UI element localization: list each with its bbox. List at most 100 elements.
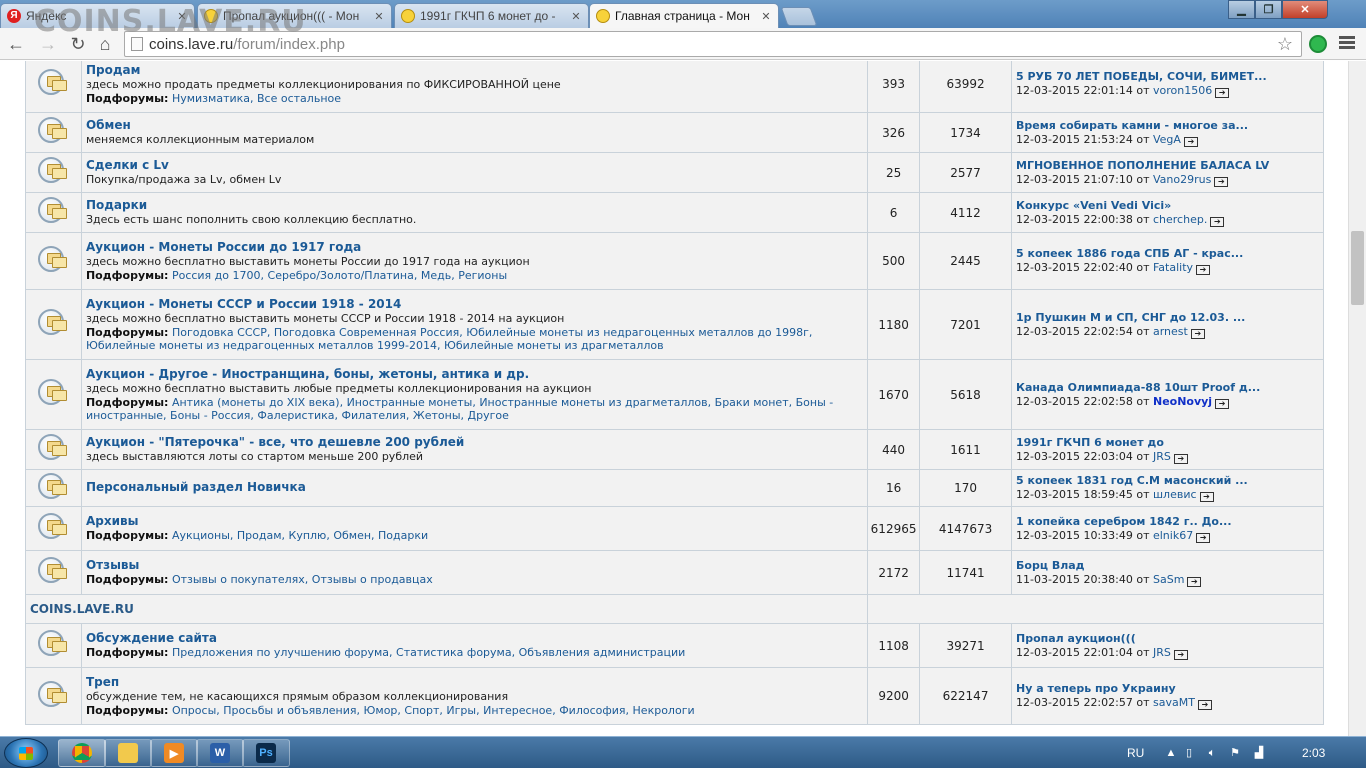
subforum-link[interactable]: Спорт	[404, 704, 439, 717]
last-post-user-link[interactable]: Fatality	[1153, 261, 1193, 274]
subforum-link[interactable]: Погодовка Современная Россия	[274, 326, 459, 339]
category-title[interactable]: COINS.LAVE.RU	[24, 594, 869, 624]
goto-last-post-icon[interactable]: ➔	[1183, 136, 1198, 147]
tab-gkchp[interactable]: 1991г ГКЧП 6 монет до - ✕	[394, 3, 589, 28]
subforum-link[interactable]: Россия до 1700	[172, 269, 261, 282]
subforum-link[interactable]: Иностранные монеты	[347, 396, 473, 409]
new-tab-button[interactable]	[780, 7, 818, 26]
close-icon[interactable]: ✕	[760, 10, 772, 23]
last-post-title-link[interactable]: 1р Пушкин М и СП, СНГ до 12.03. ...	[1016, 311, 1319, 325]
vertical-scrollbar[interactable]	[1348, 61, 1366, 736]
last-post-title-link[interactable]: Борц Влад	[1016, 559, 1319, 573]
last-post-user-link[interactable]: NeoNovyj	[1153, 395, 1212, 408]
last-post-user-link[interactable]: SaSm	[1153, 573, 1184, 586]
close-window-button[interactable]: ✕	[1282, 0, 1328, 19]
subforum-link[interactable]: Куплю	[289, 529, 327, 542]
forum-title-link[interactable]: Продам	[86, 63, 863, 78]
subforum-link[interactable]: Жетоны	[413, 409, 461, 422]
subforum-link[interactable]: Обмен	[333, 529, 371, 542]
last-post-title-link[interactable]: Конкурс «Veni Vedi Vici»	[1016, 199, 1319, 213]
taskbar-word[interactable]: W	[196, 739, 244, 767]
subforum-link[interactable]: Все остальное	[257, 92, 341, 105]
last-post-user-link[interactable]: Vano29rus	[1153, 173, 1211, 186]
subforum-link[interactable]: Юбилейные монеты из драгметаллов	[444, 339, 664, 352]
forum-title-link[interactable]: Обсуждение сайта	[86, 631, 863, 646]
last-post-title-link[interactable]: 5 РУБ 70 ЛЕТ ПОБЕДЫ, СОЧИ, БИМЕТ...	[1016, 70, 1319, 84]
language-indicator[interactable]: RU	[1127, 737, 1144, 768]
subforum-link[interactable]: Боны - Россия	[170, 409, 250, 422]
taskbar-explorer[interactable]	[104, 739, 152, 767]
subforum-link[interactable]: Философия	[559, 704, 625, 717]
subforum-link[interactable]: Нумизматика	[172, 92, 250, 105]
last-post-title-link[interactable]: Пропал аукцион(((	[1016, 632, 1319, 646]
last-post-title-link[interactable]: Время собирать камни - многое за...	[1016, 119, 1319, 133]
start-button[interactable]	[4, 738, 48, 768]
last-post-user-link[interactable]: JRS	[1153, 646, 1171, 659]
subforum-link[interactable]: Юбилейные монеты из недрагоценных металл…	[86, 339, 437, 352]
subforum-link[interactable]: Предложения по улучшению форума	[172, 646, 389, 659]
subforum-link[interactable]: Опросы	[172, 704, 216, 717]
goto-last-post-icon[interactable]: ➔	[1214, 176, 1229, 187]
goto-last-post-icon[interactable]: ➔	[1173, 649, 1188, 660]
goto-last-post-icon[interactable]: ➔	[1215, 88, 1230, 98]
forum-title-link[interactable]: Отзывы	[86, 558, 863, 573]
forum-title-link[interactable]: Треп	[86, 675, 863, 690]
forum-title-link[interactable]: Аукцион - Другое - Иностранщина, боны, ж…	[86, 367, 863, 382]
tab-main-page[interactable]: Главная страница - Мон ✕	[589, 3, 779, 28]
goto-last-post-icon[interactable]: ➔	[1210, 216, 1225, 227]
last-post-user-link[interactable]: VegA	[1153, 133, 1181, 146]
forum-title-link[interactable]: Сделки с Lv	[86, 158, 863, 173]
subforum-link[interactable]: Серебро/Золото/Платина	[268, 269, 414, 282]
forum-title-link[interactable]: Обмен	[86, 118, 863, 133]
minimize-button[interactable]: ▁	[1228, 0, 1255, 19]
subforum-link[interactable]: Другое	[468, 409, 509, 422]
forum-title-link[interactable]: Аукцион - Монеты России до 1917 года	[86, 240, 863, 255]
scrollbar-thumb[interactable]	[1351, 231, 1364, 305]
subforum-link[interactable]: Продам	[237, 529, 282, 542]
last-post-user-link[interactable]: arnest	[1153, 325, 1188, 338]
subforum-link[interactable]: Интересное	[483, 704, 552, 717]
subforum-link[interactable]: Объявления администрации	[519, 646, 686, 659]
tray-arrow-icon[interactable]: ▲	[1165, 747, 1177, 759]
last-post-title-link[interactable]: МГНОВЕННОЕ ПОПОЛНЕНИЕ БАЛАСА LV	[1016, 159, 1319, 173]
subforum-link[interactable]: Регионы	[458, 269, 507, 282]
forum-title-link[interactable]: Аукцион - Монеты СССР и России 1918 - 20…	[86, 297, 863, 312]
forum-title-link[interactable]: Архивы	[86, 514, 863, 529]
last-post-user-link[interactable]: шлевис	[1153, 488, 1197, 501]
subforum-link[interactable]: Юмор	[364, 704, 398, 717]
goto-last-post-icon[interactable]: ➔	[1196, 532, 1211, 543]
last-post-title-link[interactable]: 5 копеек 1831 год С.М масонский ...	[1016, 474, 1319, 488]
forum-title-link[interactable]: Персональный раздел Новичка	[86, 480, 863, 495]
network-icon[interactable]: ▟	[1253, 747, 1265, 759]
subforum-link[interactable]: Погодовка СССР	[172, 326, 267, 339]
forum-title-link[interactable]: Подарки	[86, 198, 863, 213]
subforum-link[interactable]: Антика (монеты до XIX века)	[172, 396, 340, 409]
maximize-button[interactable]: ❐	[1255, 0, 1282, 19]
subforum-link[interactable]: Статистика форума	[396, 646, 512, 659]
subforum-link[interactable]: Отзывы о покупателях	[172, 573, 305, 586]
goto-last-post-icon[interactable]: ➔	[1187, 576, 1202, 587]
tray-device-icon[interactable]: ▯	[1183, 747, 1195, 759]
subforum-link[interactable]: Филателия	[342, 409, 406, 422]
taskbar-chrome[interactable]	[58, 739, 106, 767]
clock[interactable]: 2:03	[1302, 737, 1325, 768]
last-post-title-link[interactable]: 1 копейка серебром 1842 г.. До...	[1016, 515, 1319, 529]
subforum-link[interactable]: Медь	[421, 269, 451, 282]
goto-last-post-icon[interactable]: ➔	[1173, 453, 1188, 464]
menu-icon[interactable]	[1337, 34, 1357, 54]
last-post-title-link[interactable]: 5 копеек 1886 года СПБ АГ - крас...	[1016, 247, 1319, 261]
taskbar-photoshop[interactable]: Ps	[242, 739, 290, 767]
close-icon[interactable]: ✕	[570, 10, 582, 23]
back-arrow-icon[interactable]: ←	[4, 32, 28, 56]
subforum-link[interactable]: Некрологи	[633, 704, 695, 717]
subforum-link[interactable]: Юбилейные монеты из недрагоценных металл…	[466, 326, 809, 339]
subforum-link[interactable]: Иностранные монеты из драгметаллов	[479, 396, 707, 409]
goto-last-post-icon[interactable]: ➔	[1215, 398, 1230, 409]
close-icon[interactable]: ✕	[373, 10, 385, 23]
last-post-user-link[interactable]: voron1506	[1153, 84, 1212, 97]
subforum-link[interactable]: Игры	[446, 704, 476, 717]
goto-last-post-icon[interactable]: ➔	[1199, 492, 1214, 502]
subforum-link[interactable]: Фалеристика	[257, 409, 334, 422]
last-post-user-link[interactable]: cherchep.	[1153, 213, 1207, 226]
subforum-link[interactable]: Браки монет	[715, 396, 789, 409]
